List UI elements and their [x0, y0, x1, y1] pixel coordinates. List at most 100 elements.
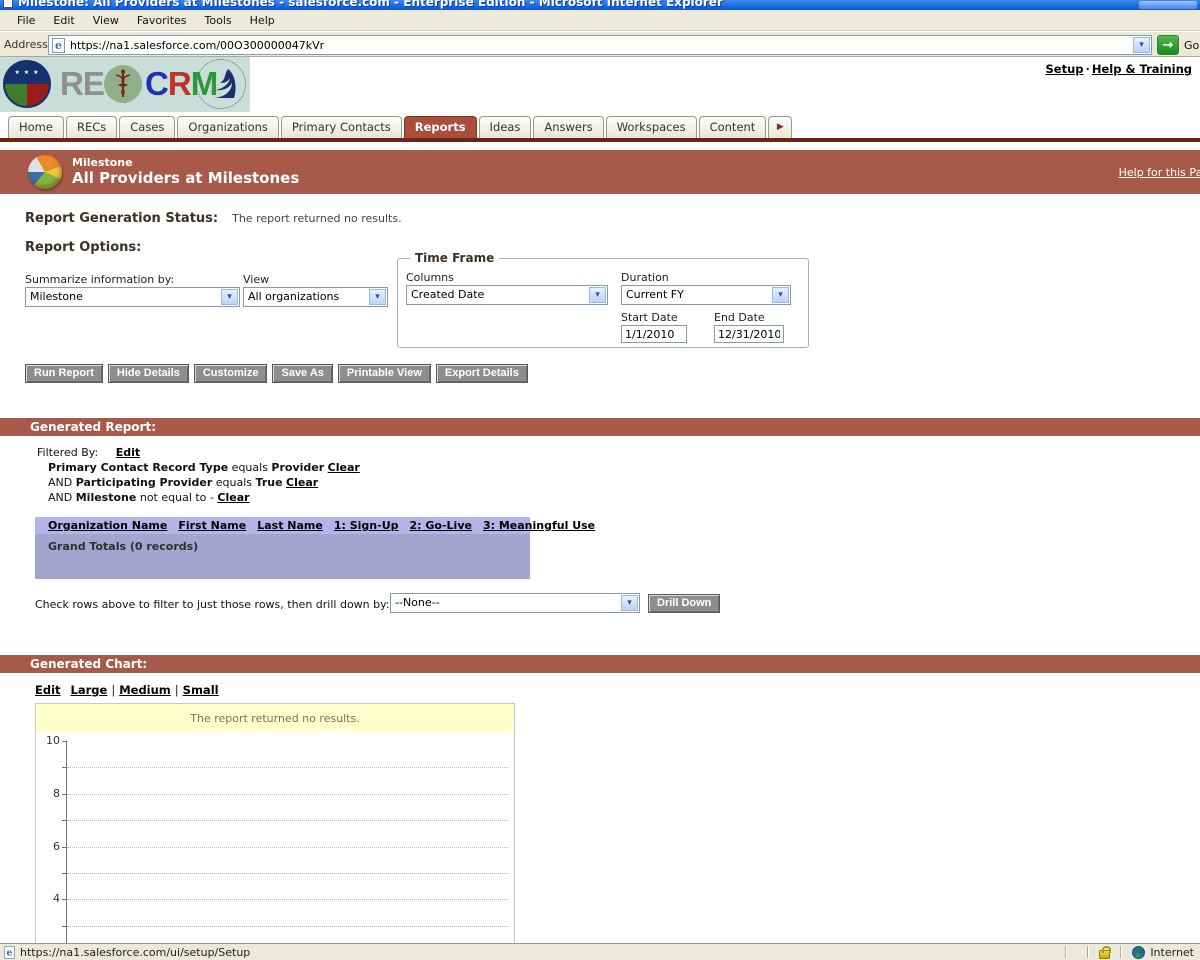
clear-filter-link[interactable]: Clear — [217, 491, 249, 504]
filter-field: Milestone — [75, 491, 137, 504]
end-date-field[interactable] — [714, 325, 784, 343]
setup-link[interactable]: Setup — [1045, 62, 1083, 76]
menu-view[interactable]: View — [84, 12, 128, 29]
chart-y-tick — [62, 820, 66, 822]
menu-edit[interactable]: Edit — [44, 12, 83, 29]
drill-down-value: --None-- — [395, 596, 440, 609]
filter-value: True — [255, 476, 283, 489]
statusbar-separator — [1120, 946, 1123, 958]
tab-recs[interactable]: RECs — [65, 116, 118, 138]
export-details-button[interactable]: Export Details — [435, 364, 528, 383]
more-tabs-button[interactable]: ▶ — [768, 116, 793, 138]
report-toolbar: Run Report Hide Details Customize Save A… — [25, 364, 528, 383]
duration-value: Current FY — [626, 288, 684, 301]
column-sign-up[interactable]: 1: Sign-Up — [334, 519, 399, 532]
help-training-link[interactable]: Help & Training — [1092, 62, 1192, 76]
filter-operator: equals — [231, 461, 268, 474]
status-url: https://na1.salesforce.com/ui/setup/Setu… — [20, 945, 251, 959]
page-header: Milestone All Providers at Milestones He… — [0, 150, 1200, 194]
column-first-name[interactable]: First Name — [178, 519, 246, 532]
start-date-field[interactable] — [621, 325, 687, 343]
statusbar-separator — [1065, 946, 1068, 958]
duration-select[interactable]: Current FY ▾ — [621, 285, 791, 305]
address-dropdown-button[interactable]: ▾ — [1133, 37, 1150, 53]
go-button[interactable]: → Go — [1157, 35, 1199, 55]
clear-filter-link[interactable]: Clear — [286, 476, 318, 489]
tab-reports[interactable]: Reports — [403, 116, 477, 138]
save-as-button[interactable]: Save As — [272, 364, 333, 383]
filtered-by-row: Filtered By: Edit — [37, 446, 140, 459]
tab-ideas[interactable]: Ideas — [478, 116, 532, 138]
chart-gridline — [67, 873, 509, 874]
report-table: Organization Name First Name Last Name 1… — [35, 517, 595, 579]
hide-details-button[interactable]: Hide Details — [107, 364, 189, 383]
filter-field: Primary Contact Record Type — [48, 461, 229, 474]
size-separator: | — [174, 683, 179, 697]
addressbar: Address https://na1.salesforce.com/00O30… — [0, 31, 1200, 57]
view-label: View — [243, 273, 270, 286]
view-select[interactable]: All organizations ▾ — [243, 287, 388, 307]
time-frame-fieldset: Time Frame Columns Created Date ▾ Durati… — [397, 251, 809, 348]
crm-letter-c: C — [145, 65, 169, 102]
chart-plot: 10 8 6 4 — [36, 732, 514, 944]
chart-y-tick — [62, 741, 66, 742]
run-report-button[interactable]: Run Report — [25, 364, 103, 383]
tab-organizations[interactable]: Organizations — [177, 116, 279, 138]
crm-letter-r: R — [167, 65, 192, 102]
summarize-by-select[interactable]: Milestone ▾ — [25, 287, 240, 307]
chevron-down-icon: ▾ — [772, 287, 789, 303]
logo-panel: REC CRM — [0, 57, 250, 112]
chart-gridline — [67, 925, 509, 927]
menu-help[interactable]: Help — [241, 12, 284, 29]
chevron-down-icon: ▾ — [589, 287, 606, 303]
drill-down-button[interactable]: Drill Down — [648, 594, 721, 613]
customize-button[interactable]: Customize — [193, 364, 268, 383]
window-controls[interactable] — [1139, 1, 1197, 9]
size-separator: | — [111, 683, 116, 697]
filter-prefix: AND — [48, 491, 73, 504]
menu-tools[interactable]: Tools — [196, 12, 241, 29]
filter-field: Participating Provider — [75, 476, 213, 489]
chart-notice: The report returned no results. — [36, 704, 514, 732]
caduceus-icon — [104, 65, 142, 103]
statusbar: https://na1.salesforce.com/ui/setup/Setu… — [0, 944, 1200, 960]
tab-content[interactable]: Content — [698, 116, 767, 138]
menu-favorites[interactable]: Favorites — [128, 12, 196, 29]
chart-size-medium[interactable]: Medium — [119, 683, 171, 697]
address-input[interactable]: https://na1.salesforce.com/00O300000047k… — [48, 35, 1152, 55]
chart-y-label: 10 — [46, 734, 60, 747]
column-go-live[interactable]: 2: Go-Live — [410, 519, 472, 532]
tab-home[interactable]: Home — [8, 116, 64, 138]
report-generation-status: Report Generation Status: The report ret… — [25, 211, 402, 226]
chart-edit-link[interactable]: Edit — [35, 683, 61, 697]
printable-view-button[interactable]: Printable View — [337, 364, 431, 383]
tab-cases[interactable]: Cases — [119, 116, 176, 138]
view-value: All organizations — [248, 290, 340, 303]
filtered-by-label: Filtered By: — [37, 446, 99, 459]
columns-select[interactable]: Created Date ▾ — [406, 285, 608, 305]
column-organization-name[interactable]: Organization Name — [48, 519, 167, 532]
column-last-name[interactable]: Last Name — [257, 519, 323, 532]
clear-filter-link[interactable]: Clear — [328, 461, 360, 474]
tab-primary-contacts[interactable]: Primary Contacts — [280, 116, 402, 138]
chart-size-small[interactable]: Small — [183, 683, 219, 697]
start-date-label: Start Date — [621, 311, 678, 324]
drill-down-prompt: Check rows above to filter to just those… — [35, 598, 390, 611]
filter-prefix: AND — [48, 476, 73, 489]
menu-file[interactable]: File — [8, 12, 44, 29]
edit-filters-link[interactable]: Edit — [116, 446, 140, 459]
hhs-seal-icon — [196, 59, 246, 109]
tab-answers[interactable]: Answers — [533, 116, 604, 138]
window-titlebar: Milestone: All Providers at Milestones -… — [0, 0, 1200, 10]
chart-size-large[interactable]: Large — [71, 683, 108, 697]
filter-value: - — [209, 491, 214, 504]
columns-value: Created Date — [411, 288, 485, 301]
help-for-page-link[interactable]: Help for this Page — [1119, 166, 1200, 179]
tab-workspaces[interactable]: Workspaces — [605, 116, 697, 138]
internet-zone-label: Internet — [1150, 945, 1194, 959]
drill-down-select[interactable]: --None-- ▾ — [390, 593, 640, 613]
chart-y-tick — [62, 925, 66, 927]
tabbar: Home RECs Cases Organizations Primary Co… — [0, 112, 1200, 142]
column-meaningful-use[interactable]: 3: Meaningful Use — [483, 519, 595, 532]
chart-gridline — [67, 767, 509, 769]
